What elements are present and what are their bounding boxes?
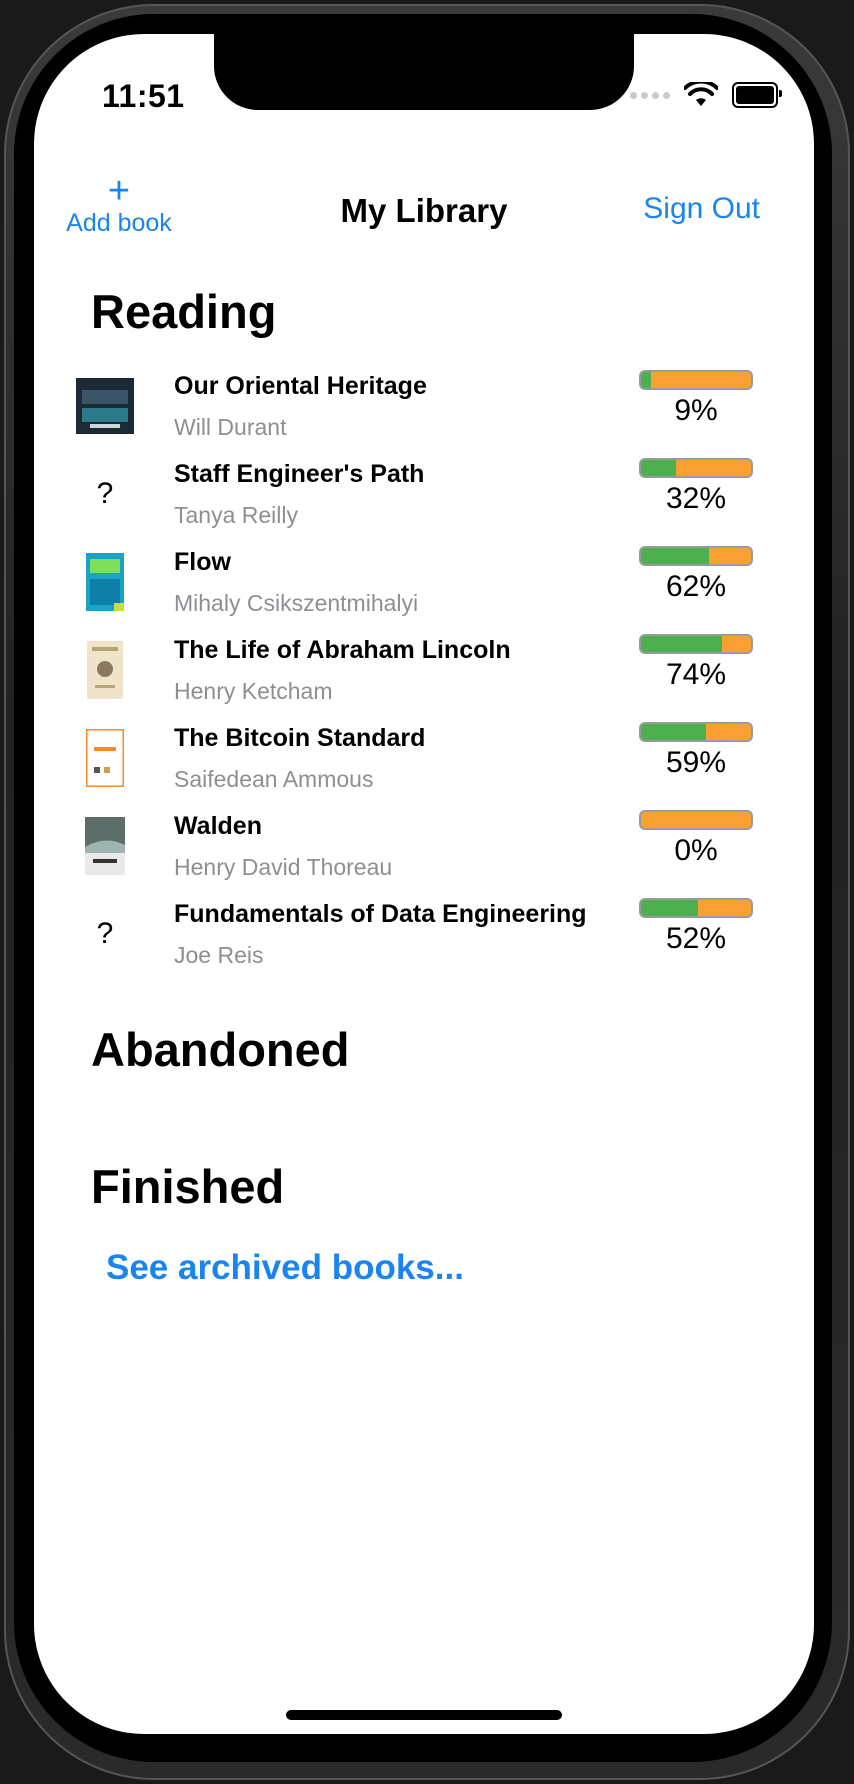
book-row[interactable]: Flow Mihaly Csikszentmihalyi 62% <box>34 546 814 634</box>
progress-percent-label: 0% <box>674 834 718 867</box>
progress-bar-fill <box>641 372 651 388</box>
battery-icon <box>732 82 782 108</box>
progress-bar <box>639 546 753 566</box>
book-cover-image <box>75 816 135 876</box>
missing-cover-placeholder: ? <box>96 477 114 510</box>
section-title-abandoned: Abandoned <box>91 1023 350 1076</box>
book-author: Tanya Reilly <box>174 502 298 528</box>
progress-bar-fill <box>641 900 699 916</box>
navigation-bar: + Add book My Library Sign Out <box>34 172 814 254</box>
book-title: The Life of Abraham Lincoln <box>174 636 511 664</box>
progress-bar-fill <box>641 460 677 476</box>
book-author: Saifedean Ammous <box>174 766 374 792</box>
progress-bar-fill <box>641 724 706 740</box>
book-cover-image <box>75 376 135 436</box>
progress-bar-fill <box>641 548 710 564</box>
book-row[interactable]: The Bitcoin Standard Saifedean Ammous 59% <box>34 722 814 810</box>
book-title: Walden <box>174 812 262 840</box>
progress-bar <box>639 634 753 654</box>
book-author: Mihaly Csikszentmihalyi <box>174 590 419 616</box>
status-time: 11:51 <box>102 78 185 114</box>
progress-bar <box>639 898 753 918</box>
book-cover-image <box>75 552 135 612</box>
book-row[interactable]: Walden Henry David Thoreau 0% <box>34 810 814 898</box>
progress-percent-label: 62% <box>665 570 727 603</box>
section-title-reading: Reading <box>91 285 277 338</box>
progress-bar <box>639 722 753 742</box>
cellular-signal-icon <box>630 91 670 99</box>
book-row[interactable]: The Life of Abraham Lincoln Henry Ketcham… <box>34 634 814 722</box>
book-title: Our Oriental Heritage <box>174 372 427 400</box>
book-title: Fundamentals of Data Engineering <box>174 900 587 928</box>
see-archived-books-link[interactable]: See archived books... <box>106 1248 464 1288</box>
book-row[interactable]: ? Fundamentals of Data Engineering Joe Rei… <box>34 898 814 986</box>
progress-bar <box>639 370 753 390</box>
progress-percent-label: 74% <box>665 658 727 691</box>
book-cover-image <box>75 640 135 700</box>
sign-out-button[interactable]: Sign Out <box>643 192 760 226</box>
wifi-icon <box>684 82 718 106</box>
book-title: The Bitcoin Standard <box>174 724 426 752</box>
home-indicator <box>286 1710 562 1720</box>
book-title: Flow <box>174 548 231 576</box>
book-title: Staff Engineer's Path <box>174 460 425 488</box>
book-author: Joe Reis <box>174 942 264 968</box>
progress-percent-label: 32% <box>665 482 727 515</box>
progress-percent-label: 52% <box>665 922 727 955</box>
book-author: Henry David Thoreau <box>174 854 393 880</box>
progress-bar <box>639 458 753 478</box>
progress-bar-fill <box>641 636 723 652</box>
book-author: Will Durant <box>174 414 287 440</box>
missing-cover-placeholder: ? <box>96 917 114 950</box>
notch <box>214 34 634 110</box>
progress-percent-label: 59% <box>665 746 727 779</box>
section-title-finished: Finished <box>91 1160 285 1213</box>
status-icons <box>630 82 782 108</box>
book-cover-image <box>75 728 135 788</box>
progress-percent-label: 9% <box>674 394 718 427</box>
book-row[interactable]: ? Staff Engineer's Path Tanya Reilly 32% <box>34 458 814 546</box>
book-author: Henry Ketcham <box>174 678 333 704</box>
book-row[interactable]: Our Oriental Heritage Will Durant 9% <box>34 370 814 458</box>
screen: 11:51 + Add book My Library Sign Out Rea… <box>34 34 814 1734</box>
progress-bar <box>639 810 753 830</box>
